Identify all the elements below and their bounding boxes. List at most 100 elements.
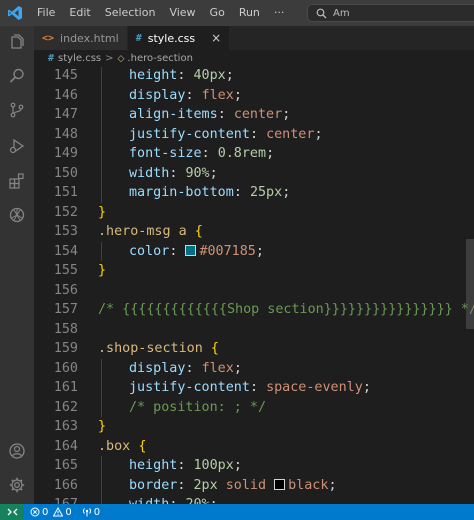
code-text: .hero-msg a {	[98, 222, 203, 242]
indent-guide	[101, 85, 102, 105]
menu-item-run[interactable]: Run	[232, 0, 267, 26]
scrollbar-thumb[interactable]	[466, 239, 474, 329]
code-line[interactable]: 157 /* {{{{{{{{{{{{{Shop section}}}}}}}}}…	[34, 300, 474, 320]
code-line[interactable]: 158	[34, 320, 474, 340]
code-line[interactable]: 150 width: 90%;	[34, 163, 474, 183]
code-line[interactable]: 151 margin-bottom: 25px;	[34, 183, 474, 203]
code-line[interactable]: 146 display: flex;	[34, 85, 474, 105]
explorer-icon[interactable]	[5, 31, 29, 55]
extensions-icon[interactable]	[5, 169, 29, 193]
code-token-prop: justify-content	[129, 126, 250, 142]
indent-guide	[101, 124, 102, 144]
code-token-num: 20%	[185, 497, 209, 504]
code-token-brace: }	[98, 263, 107, 278]
close-icon[interactable]: ×	[211, 31, 221, 45]
vertical-scrollbar[interactable]	[466, 67, 474, 504]
code-token-punc: :	[185, 360, 202, 376]
menu-item-edit[interactable]: Edit	[62, 0, 97, 26]
code-token-punc: :	[177, 477, 194, 493]
account-icon[interactable]	[5, 439, 29, 463]
code-token-punc: :	[201, 146, 218, 161]
code-line[interactable]: 152}	[34, 203, 474, 223]
code-token-prop: display	[129, 87, 186, 103]
breadcrumb-symbol[interactable]: .hero-section	[127, 53, 193, 64]
menu-bar: File Edit Selection View Go Run ···	[30, 0, 291, 26]
code-line[interactable]: 164 .box {	[34, 437, 474, 457]
code-line[interactable]: 167 width: 20%;	[34, 495, 474, 504]
code-text: align-items: center;	[129, 105, 290, 125]
code-token-punc: ;	[328, 477, 337, 493]
color-swatch[interactable]	[274, 478, 286, 490]
line-number: 163	[53, 419, 78, 434]
line-number: 157	[53, 302, 78, 317]
code-token-val: center	[233, 107, 283, 122]
code-line[interactable]: 159 .shop-section {	[34, 339, 474, 359]
code-text: /* position: ; */	[129, 398, 266, 418]
code-line[interactable]: 166 border: 2px solid black;	[34, 475, 474, 495]
code-line[interactable]: 153 .hero-msg a {	[34, 222, 474, 242]
ports-indicator[interactable]: 0	[82, 507, 100, 518]
code-line[interactable]: 162 /* position: ; */	[34, 397, 474, 418]
code-line[interactable]: 156	[34, 281, 474, 301]
code-text: display: flex;	[129, 359, 242, 379]
menu-item-file[interactable]: File	[30, 0, 62, 26]
source-control-icon[interactable]	[5, 98, 29, 122]
indent-guide	[101, 241, 102, 261]
code-token-sel: .box	[98, 438, 139, 454]
code-token-val: #007185	[199, 243, 256, 259]
settings-gear-icon[interactable]	[5, 473, 29, 497]
code-token-brace: {	[138, 438, 147, 454]
run-debug-icon[interactable]	[5, 134, 29, 158]
code-token-brace: }	[98, 204, 107, 220]
code-line[interactable]: 163}	[34, 417, 474, 437]
problems-indicator[interactable]: 0 0	[30, 507, 72, 518]
code-line[interactable]: 154 color: #007185;	[34, 241, 474, 261]
code-token-brace: {	[194, 224, 203, 239]
title-bar: FileEditSelectionViewGoRun··· ← → Am	[0, 0, 474, 26]
tab-index-html[interactable]: <> index.html	[34, 26, 128, 50]
code-line[interactable]: 149 font-size: 0.8rem;	[34, 144, 474, 164]
menu-item-view[interactable]: View	[162, 0, 202, 26]
code-token-punc: ;	[255, 243, 264, 259]
code-line[interactable]: 147 align-items: center;	[34, 105, 474, 125]
line-number: 152	[53, 204, 78, 220]
code-token-prop: margin-bottom	[129, 185, 234, 200]
warning-count: 0	[65, 506, 72, 518]
vscode-logo-icon[interactable]	[0, 0, 30, 26]
tab-label: style.css	[147, 31, 196, 45]
breadcrumb-file[interactable]: style.css	[58, 53, 101, 64]
remote-indicator-icon[interactable]	[0, 504, 24, 520]
code-line[interactable]: 145 height: 40px;	[34, 67, 474, 86]
ports-count: 0	[93, 506, 101, 518]
code-editor[interactable]: 145 height: 40px; 146 display: flex; 147 alig…	[34, 67, 474, 504]
code-line[interactable]: 155}	[34, 261, 474, 281]
code-line[interactable]: 148 justify-content: center;	[34, 124, 474, 144]
css-file-icon: #	[48, 53, 55, 64]
line-number: 146	[53, 87, 78, 103]
code-token-prop: display	[129, 360, 186, 376]
code-token-sel: .shop-section	[98, 341, 211, 356]
line-number: 166	[53, 477, 78, 493]
line-number: 159	[53, 341, 78, 356]
code-token-val: black	[288, 477, 329, 493]
menu-item-more[interactable]: ···	[267, 0, 292, 26]
menu-item-selection[interactable]: Selection	[98, 0, 163, 26]
tab-style-css[interactable]: # style.css ×	[127, 26, 231, 50]
menu-item-go[interactable]: Go	[203, 0, 232, 26]
code-token-prop: width	[129, 497, 169, 504]
search-icon[interactable]	[5, 64, 29, 88]
code-text: margin-bottom: 25px;	[129, 183, 290, 203]
chatgpt-icon[interactable]	[5, 203, 29, 227]
code-token-val: center	[266, 126, 315, 142]
code-text: .box {	[98, 437, 146, 457]
color-swatch[interactable]	[185, 244, 197, 256]
code-line[interactable]: 161 justify-content: space-evenly;	[34, 378, 474, 398]
code-line[interactable]: 165 height: 100px;	[34, 456, 474, 476]
indent-guide	[101, 183, 102, 203]
code-token-punc: ;	[233, 360, 242, 376]
code-token-num: 90%	[185, 165, 210, 181]
line-number: 147	[53, 107, 78, 122]
command-center[interactable]: Am	[307, 4, 474, 22]
line-number: 162	[53, 399, 78, 415]
code-line[interactable]: 160 display: flex;	[34, 358, 474, 379]
